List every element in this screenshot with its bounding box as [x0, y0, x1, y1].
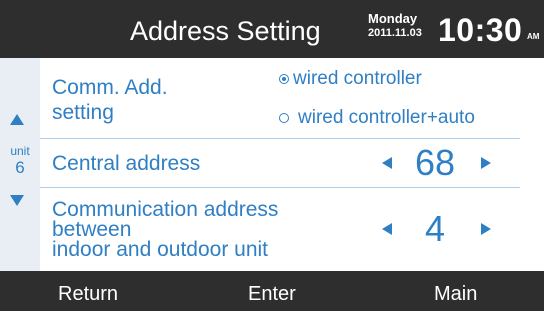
comm-address-decrease-icon[interactable]	[382, 223, 392, 235]
row-divider	[40, 187, 520, 188]
central-address-value: 68	[414, 142, 456, 183]
return-button[interactable]: Return	[58, 271, 118, 311]
unit-selector: unit 6	[0, 58, 40, 271]
unit-down-arrow-icon[interactable]	[10, 195, 24, 206]
radio-wired-controller-icon[interactable]	[279, 74, 289, 84]
comm-address-label-line3: indoor and outdoor unit	[52, 238, 268, 261]
central-address-increase-icon[interactable]	[481, 157, 491, 169]
enter-button[interactable]: Enter	[248, 271, 296, 311]
address-setting-screen: Address Setting Monday 2011.11.03 10:30 …	[0, 0, 544, 311]
central-address-label: Central address	[52, 152, 201, 175]
unit-up-arrow-icon[interactable]	[10, 114, 24, 125]
comm-add-label-line1: Comm. Add.	[52, 76, 168, 99]
clock-time: 10:30	[438, 12, 523, 48]
option-wired-controller[interactable]: wired controller	[293, 68, 422, 90]
radio-wired-controller-auto-icon[interactable]	[279, 113, 289, 123]
central-address-decrease-icon[interactable]	[382, 157, 392, 169]
day-label: Monday	[368, 11, 418, 26]
comm-add-label-line2: setting	[52, 101, 114, 124]
comm-address-increase-icon[interactable]	[481, 223, 491, 235]
header-bar: Address Setting Monday 2011.11.03 10:30 …	[0, 0, 544, 58]
page-title: Address Setting	[130, 16, 321, 46]
date-label: 2011.11.03	[368, 27, 422, 39]
clock-ampm: AM	[527, 32, 540, 41]
row-divider	[40, 138, 520, 139]
comm-address-value: 4	[424, 208, 446, 249]
main-button[interactable]: Main	[434, 271, 477, 311]
unit-label: unit	[10, 144, 30, 158]
footer-bar: Return Enter Main	[0, 271, 544, 311]
option-wired-controller-auto[interactable]: wired controller+auto	[298, 107, 475, 129]
unit-number: 6	[15, 158, 25, 177]
